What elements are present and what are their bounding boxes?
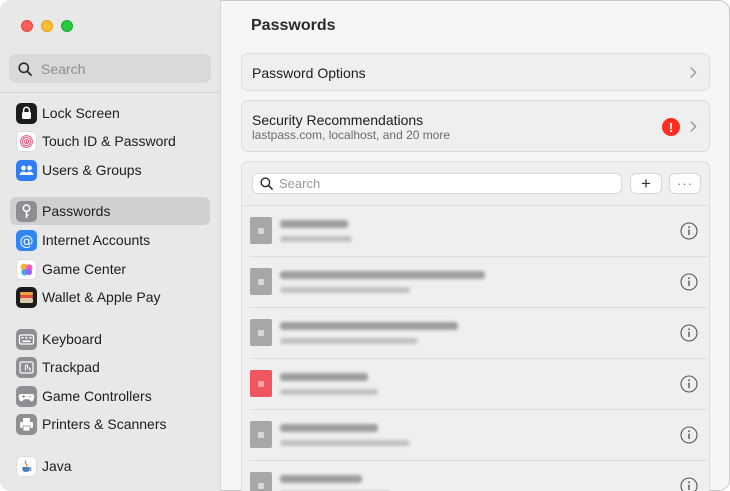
sidebar-item-label: Passwords xyxy=(42,203,111,219)
sidebar-item-users-groups[interactable]: Users & Groups xyxy=(10,156,210,184)
password-search-input[interactable]: Search xyxy=(252,173,622,194)
system-settings-window: Search Lock Screen Touch ID & Password U… xyxy=(0,0,730,491)
sidebar-item-label: Trackpad xyxy=(42,359,100,375)
sidebar-item-wallet[interactable]: Wallet & Apple Pay xyxy=(10,283,210,311)
security-recommendations-title: Security Recommendations xyxy=(252,112,424,128)
java-icon xyxy=(16,455,37,477)
sidebar-item-internet-accounts[interactable]: @ Internet Accounts xyxy=(10,226,210,254)
info-icon[interactable] xyxy=(680,477,698,491)
redacted-username xyxy=(280,338,418,344)
password-list: Search + ··· xyxy=(241,161,710,491)
sidebar-search-input[interactable]: Search xyxy=(9,54,211,83)
password-options-row[interactable]: Password Options xyxy=(241,53,710,91)
svg-text:@: @ xyxy=(20,233,34,249)
site-favicon-icon xyxy=(250,319,272,346)
info-icon[interactable] xyxy=(680,273,698,291)
sidebar: Search Lock Screen Touch ID & Password U… xyxy=(0,0,221,491)
redacted-username xyxy=(280,287,410,293)
password-options-label: Password Options xyxy=(252,65,366,81)
alert-badge: ! xyxy=(662,118,680,136)
info-icon[interactable] xyxy=(680,222,698,240)
info-icon[interactable] xyxy=(680,426,698,444)
redacted-site-name xyxy=(280,424,378,432)
sidebar-item-label: Game Center xyxy=(42,261,127,277)
chevron-right-icon xyxy=(690,67,697,78)
redacted-username xyxy=(280,236,352,242)
site-favicon-icon xyxy=(250,472,272,491)
wallet-icon xyxy=(16,286,37,308)
redacted-site-name xyxy=(280,373,368,381)
redacted-site-name xyxy=(280,322,458,330)
security-recommendations-row[interactable]: Security Recommendations lastpass.com, l… xyxy=(241,100,710,152)
sidebar-item-label: Keyboard xyxy=(42,331,102,347)
site-favicon-icon xyxy=(250,217,272,244)
site-favicon-icon xyxy=(250,268,272,295)
game-center-icon xyxy=(16,258,37,280)
chevron-right-icon xyxy=(690,121,697,132)
fingerprint-icon xyxy=(16,130,37,152)
trackpad-icon xyxy=(16,356,37,378)
redacted-site-name xyxy=(280,220,348,228)
sidebar-item-label: Printers & Scanners xyxy=(42,416,167,432)
window-controls xyxy=(21,20,73,32)
sidebar-item-game-controllers[interactable]: Game Controllers xyxy=(10,382,210,410)
users-icon xyxy=(16,159,37,181)
key-icon xyxy=(16,200,37,222)
sidebar-item-touch-id[interactable]: Touch ID & Password xyxy=(10,127,210,155)
more-options-button[interactable]: ··· xyxy=(669,173,701,194)
sidebar-search-placeholder: Search xyxy=(41,60,86,77)
security-recommendations-subtitle: lastpass.com, localhost, and 20 more xyxy=(252,128,451,142)
sidebar-item-game-center[interactable]: Game Center xyxy=(10,255,210,283)
page-title: Passwords xyxy=(251,17,336,34)
close-window-button[interactable] xyxy=(21,20,33,32)
password-list-item[interactable] xyxy=(242,461,709,491)
password-list-item[interactable] xyxy=(242,359,709,410)
sidebar-divider xyxy=(0,92,220,93)
sidebar-item-label: Java xyxy=(42,458,72,474)
zoom-window-button[interactable] xyxy=(61,20,73,32)
sidebar-item-label: Users & Groups xyxy=(42,162,142,178)
sidebar-item-label: Wallet & Apple Pay xyxy=(42,289,161,305)
site-favicon-icon xyxy=(250,421,272,448)
search-icon xyxy=(18,61,32,76)
info-icon[interactable] xyxy=(680,375,698,393)
sidebar-item-label: Game Controllers xyxy=(42,388,152,404)
redacted-site-name xyxy=(280,475,362,483)
sidebar-item-trackpad[interactable]: Trackpad xyxy=(10,353,210,381)
password-search-placeholder: Search xyxy=(279,176,321,191)
info-icon[interactable] xyxy=(680,324,698,342)
main-pane: Passwords Password Options Security Reco… xyxy=(221,0,730,491)
password-list-item[interactable] xyxy=(242,257,709,308)
sidebar-item-keyboard[interactable]: Keyboard xyxy=(10,325,210,353)
redacted-username xyxy=(280,440,410,446)
at-sign-icon: @ xyxy=(16,229,37,251)
site-favicon-icon xyxy=(250,370,272,397)
sidebar-item-printers[interactable]: Printers & Scanners xyxy=(10,410,210,438)
keyboard-icon xyxy=(16,328,37,350)
sidebar-item-passwords[interactable]: Passwords xyxy=(10,197,210,225)
search-icon xyxy=(260,177,273,190)
sidebar-item-label: Lock Screen xyxy=(42,105,120,121)
lock-icon xyxy=(16,102,37,124)
minimize-window-button[interactable] xyxy=(41,20,53,32)
password-list-item[interactable] xyxy=(242,308,709,359)
redacted-site-name xyxy=(280,271,485,279)
password-list-item[interactable] xyxy=(242,410,709,461)
sidebar-item-lock-screen[interactable]: Lock Screen xyxy=(10,99,210,127)
sidebar-item-java[interactable]: Java xyxy=(10,452,210,480)
printer-icon xyxy=(16,413,37,435)
redacted-username xyxy=(280,389,378,395)
password-list-item[interactable] xyxy=(242,206,709,257)
sidebar-item-label: Internet Accounts xyxy=(42,232,151,248)
sidebar-item-label: Touch ID & Password xyxy=(42,133,176,149)
add-password-button[interactable]: + xyxy=(630,173,662,194)
game-controller-icon xyxy=(16,385,37,407)
